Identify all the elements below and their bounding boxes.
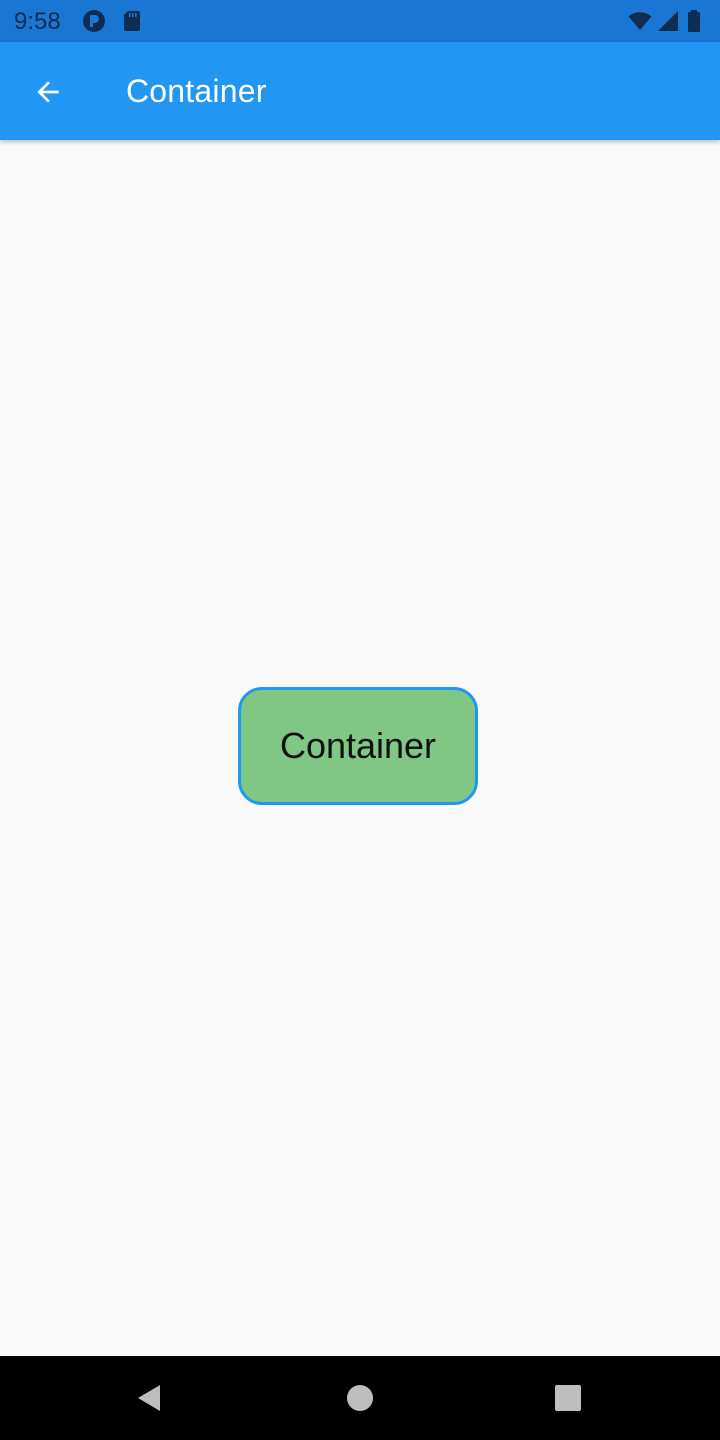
arrow-back-icon xyxy=(32,76,64,108)
signal-icon xyxy=(656,9,680,33)
nav-home-button[interactable] xyxy=(344,1382,376,1414)
navigation-bar xyxy=(0,1356,720,1440)
wifi-icon xyxy=(628,9,652,33)
sd-card-icon xyxy=(120,9,144,33)
main-content: Container xyxy=(0,140,720,1356)
container-label: Container xyxy=(279,725,437,766)
status-time: 9:58 xyxy=(14,8,61,35)
app-bar: Container xyxy=(0,42,720,140)
status-bar: 9:58 xyxy=(0,0,720,42)
page-title: Container xyxy=(126,73,267,109)
home-circle-icon xyxy=(344,1382,376,1414)
screen: 9:58 Container Container xyxy=(0,0,720,1440)
circle-p-icon xyxy=(82,9,106,33)
nav-back-button[interactable] xyxy=(134,1382,166,1414)
battery-icon xyxy=(686,9,702,33)
back-triangle-icon xyxy=(134,1382,166,1414)
container-box: Container xyxy=(238,687,478,805)
back-button[interactable] xyxy=(20,64,76,120)
nav-recents-button[interactable] xyxy=(552,1382,584,1414)
recents-square-icon xyxy=(552,1382,584,1414)
